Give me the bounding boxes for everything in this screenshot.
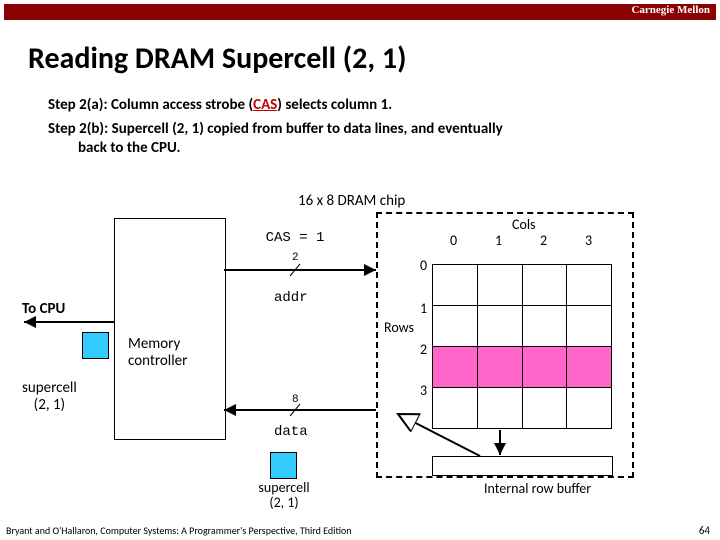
step-list: Step 2(a): Column access strobe (CAS) se… (48, 96, 680, 163)
step-2b: Step 2(b): Supercell (2, 1) copied from … (48, 120, 680, 159)
page-number: 64 (699, 524, 710, 537)
chip-label: 16 x 8 DRAM chip (298, 192, 405, 210)
cols-label: Cols (512, 216, 536, 233)
cas-term: CAS (253, 96, 277, 114)
footer-citation: Bryant and O'Hallaron, Computer Systems:… (6, 524, 352, 537)
addr-bus-width: 2 (292, 252, 299, 264)
memory-controller-box (114, 218, 226, 440)
supercell-output-label: supercell(2, 1) (244, 480, 324, 511)
dram-grid (432, 264, 612, 429)
cas-signal: CAS = 1 (260, 230, 330, 246)
row-buffer (432, 456, 613, 476)
cpu-data-box-icon (82, 332, 109, 359)
col-2: 2 (540, 232, 547, 249)
col-1: 1 (495, 232, 502, 249)
brand-label: Carnegie Mellon (631, 4, 710, 16)
to-cpu-label: To CPU (22, 300, 65, 318)
row-1: 1 (420, 300, 427, 317)
row-2: 2 (420, 341, 427, 358)
data-label: data (274, 424, 308, 440)
row-buffer-label: Internal row buffer (484, 480, 591, 497)
supercell-data-box-icon (270, 452, 297, 479)
supercell-label: supercell(2, 1) (22, 380, 77, 415)
col-3: 3 (585, 232, 592, 249)
slide-title: Reading DRAM Supercell (2, 1) (28, 40, 406, 77)
memory-controller-label: Memorycontroller (128, 336, 187, 369)
step-2a: Step 2(a): Column access strobe (CAS) se… (48, 96, 680, 116)
col-0: 0 (450, 232, 457, 249)
data-bus-width: 8 (292, 394, 299, 406)
title-bar: Carnegie Mellon (4, 4, 716, 20)
addr-label: addr (274, 290, 308, 306)
row-0: 0 (420, 257, 427, 274)
row-3: 3 (420, 382, 427, 399)
rows-label: Rows (384, 319, 414, 336)
